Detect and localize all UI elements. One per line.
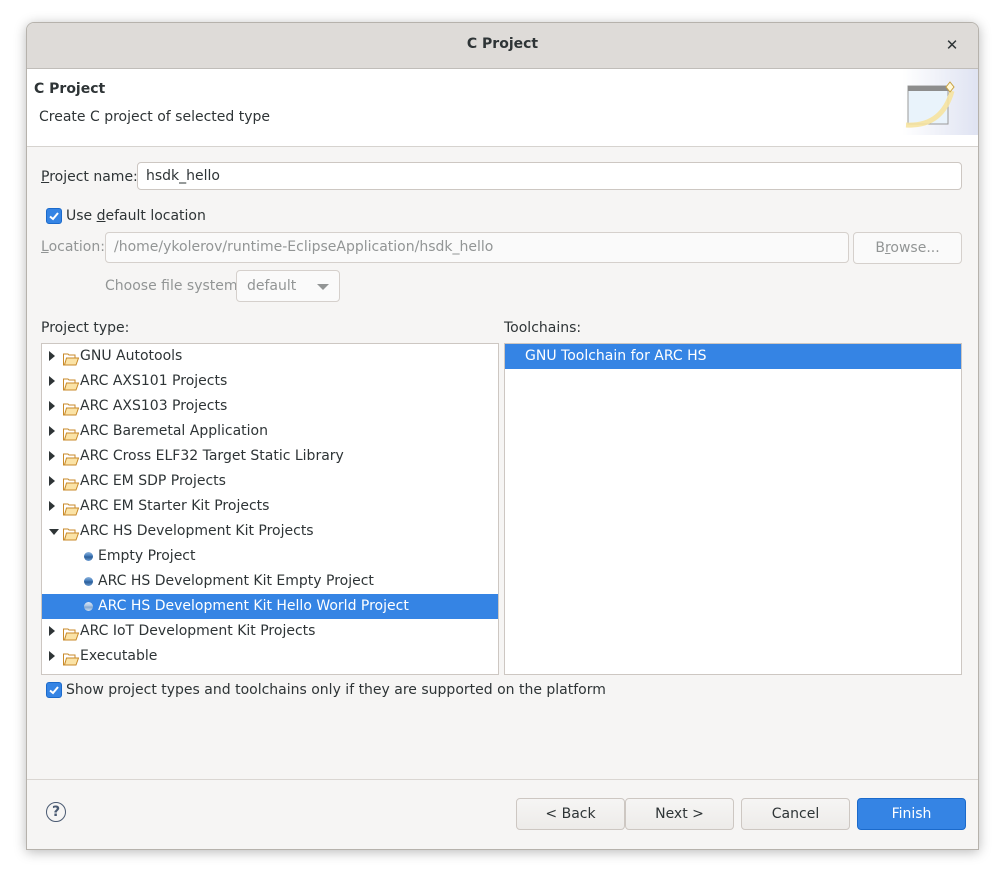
wizard-header: C Project Create C project of selected t… bbox=[27, 69, 978, 147]
expander-collapsed-icon[interactable] bbox=[49, 426, 55, 436]
tree-item-label: ARC EM SDP Projects bbox=[80, 473, 226, 489]
label-text: ocation: bbox=[48, 239, 105, 255]
tree-item-label: Empty Project bbox=[98, 548, 196, 564]
location-label: Location: bbox=[41, 239, 105, 255]
expander-collapsed-icon[interactable] bbox=[49, 651, 55, 661]
folder-icon bbox=[63, 650, 80, 666]
tree-folder-item[interactable]: ARC Cross ELF32 Target Static Library bbox=[42, 444, 498, 469]
tree-folder-item[interactable]: GNU Autotools bbox=[42, 344, 498, 369]
expander-collapsed-icon[interactable] bbox=[49, 376, 55, 386]
expander-expanded-icon[interactable] bbox=[49, 529, 59, 535]
show-supported-label[interactable]: Show project types and toolchains only i… bbox=[66, 682, 606, 698]
mnemonic: P bbox=[41, 169, 50, 185]
back-button[interactable]: < Back bbox=[516, 798, 625, 830]
label-text: Use bbox=[66, 208, 97, 224]
tree-item-label: ARC AXS101 Projects bbox=[80, 373, 228, 389]
folder-icon bbox=[63, 350, 80, 366]
file-system-select[interactable]: default bbox=[236, 270, 340, 302]
new-project-wizard-icon bbox=[902, 69, 978, 135]
label-text: owse... bbox=[890, 240, 940, 256]
folder-icon bbox=[63, 475, 80, 491]
expander-collapsed-icon[interactable] bbox=[49, 451, 55, 461]
template-bullet-icon bbox=[84, 552, 93, 561]
project-type-label: Project type: bbox=[41, 320, 130, 336]
file-system-label: Choose file system: bbox=[105, 278, 243, 294]
tree-folder-item[interactable]: ARC IoT Development Kit Projects bbox=[42, 619, 498, 644]
expander-collapsed-icon[interactable] bbox=[49, 501, 55, 511]
folder-icon bbox=[63, 375, 80, 391]
tree-folder-item[interactable]: ARC AXS103 Projects bbox=[42, 394, 498, 419]
location-input[interactable]: /home/ykolerov/runtime-EclipseApplicatio… bbox=[105, 232, 849, 263]
expander-collapsed-icon[interactable] bbox=[49, 626, 55, 636]
toolchain-label: GNU Toolchain for ARC HS bbox=[525, 348, 707, 364]
tree-item-label: ARC HS Development Kit Projects bbox=[80, 523, 314, 539]
tree-folder-item[interactable]: ARC AXS101 Projects bbox=[42, 369, 498, 394]
tree-item-label: ARC HS Development Kit Empty Project bbox=[98, 573, 374, 589]
mnemonic: d bbox=[96, 208, 106, 224]
tree-item-label: ARC AXS103 Projects bbox=[80, 398, 228, 414]
tree-template-item[interactable]: ARC HS Development Kit Empty Project bbox=[42, 569, 498, 594]
template-bullet-icon bbox=[84, 577, 93, 586]
label-text: roject name: bbox=[49, 169, 138, 185]
browse-button[interactable]: Browse... bbox=[853, 232, 962, 264]
tree-item-label: Executable bbox=[80, 648, 158, 664]
folder-icon bbox=[63, 500, 80, 516]
footer-divider bbox=[27, 779, 978, 780]
mnemonic: L bbox=[41, 239, 49, 255]
finish-button[interactable]: Finish bbox=[857, 798, 966, 830]
tree-template-item[interactable]: ARC HS Development Kit Hello World Proje… bbox=[42, 594, 498, 619]
project-name-label: Project name: bbox=[41, 169, 138, 185]
project-name-input[interactable]: hsdk_hello bbox=[137, 162, 962, 190]
project-type-tree[interactable]: GNU Autotools ARC AXS101 Projects ARC AXS1… bbox=[41, 343, 499, 675]
expander-collapsed-icon[interactable] bbox=[49, 351, 55, 361]
folder-icon bbox=[63, 450, 80, 466]
expander-collapsed-icon[interactable] bbox=[49, 476, 55, 486]
file-system-value: default bbox=[247, 278, 297, 294]
show-supported-checkbox[interactable] bbox=[46, 682, 62, 698]
tree-folder-item[interactable]: ARC EM Starter Kit Projects bbox=[42, 494, 498, 519]
label-text: efault location bbox=[105, 208, 206, 224]
next-button[interactable]: Next > bbox=[625, 798, 734, 830]
c-project-dialog: C Project ✕ C Project Create C project o… bbox=[26, 22, 979, 850]
tree-folder-item[interactable]: ARC HS Development Kit Projects bbox=[42, 519, 498, 544]
tree-item-label: GNU Autotools bbox=[80, 348, 183, 364]
tree-item-label: ARC Baremetal Application bbox=[80, 423, 268, 439]
check-icon bbox=[49, 686, 59, 695]
folder-icon bbox=[63, 400, 80, 416]
template-bullet-icon bbox=[84, 602, 93, 611]
expander-collapsed-icon[interactable] bbox=[49, 401, 55, 411]
tree-template-item[interactable]: Empty Project bbox=[42, 544, 498, 569]
tree-item-label: ARC HS Development Kit Hello World Proje… bbox=[98, 598, 409, 614]
use-default-location-label[interactable]: Use default location bbox=[66, 208, 206, 224]
chevron-down-icon bbox=[317, 284, 329, 290]
toolchain-item[interactable]: GNU Toolchain for ARC HS bbox=[505, 344, 961, 369]
wizard-title: C Project bbox=[34, 81, 106, 97]
folder-icon bbox=[63, 525, 80, 541]
window-title: C Project bbox=[466, 36, 539, 52]
use-default-location-checkbox[interactable] bbox=[46, 208, 62, 224]
tree-item-label: ARC EM Starter Kit Projects bbox=[80, 498, 270, 514]
folder-icon bbox=[63, 425, 80, 441]
tree-folder-item[interactable]: ARC Baremetal Application bbox=[42, 419, 498, 444]
tree-item-label: ARC IoT Development Kit Projects bbox=[80, 623, 316, 639]
wizard-description: Create C project of selected type bbox=[39, 109, 270, 125]
tree-item-label: ARC Cross ELF32 Target Static Library bbox=[80, 448, 344, 464]
toolchains-label: Toolchains: bbox=[504, 320, 582, 336]
check-icon bbox=[49, 212, 59, 221]
title-bar[interactable]: C Project ✕ bbox=[27, 23, 978, 69]
tree-folder-item[interactable]: Executable bbox=[42, 644, 498, 669]
label-text: B bbox=[875, 240, 885, 256]
help-icon[interactable]: ? bbox=[46, 802, 66, 822]
toolchains-list[interactable]: GNU Toolchain for ARC HS bbox=[504, 343, 962, 675]
folder-icon bbox=[63, 625, 80, 641]
cancel-button[interactable]: Cancel bbox=[741, 798, 850, 830]
tree-folder-item[interactable]: ARC EM SDP Projects bbox=[42, 469, 498, 494]
close-icon[interactable]: ✕ bbox=[942, 35, 962, 55]
